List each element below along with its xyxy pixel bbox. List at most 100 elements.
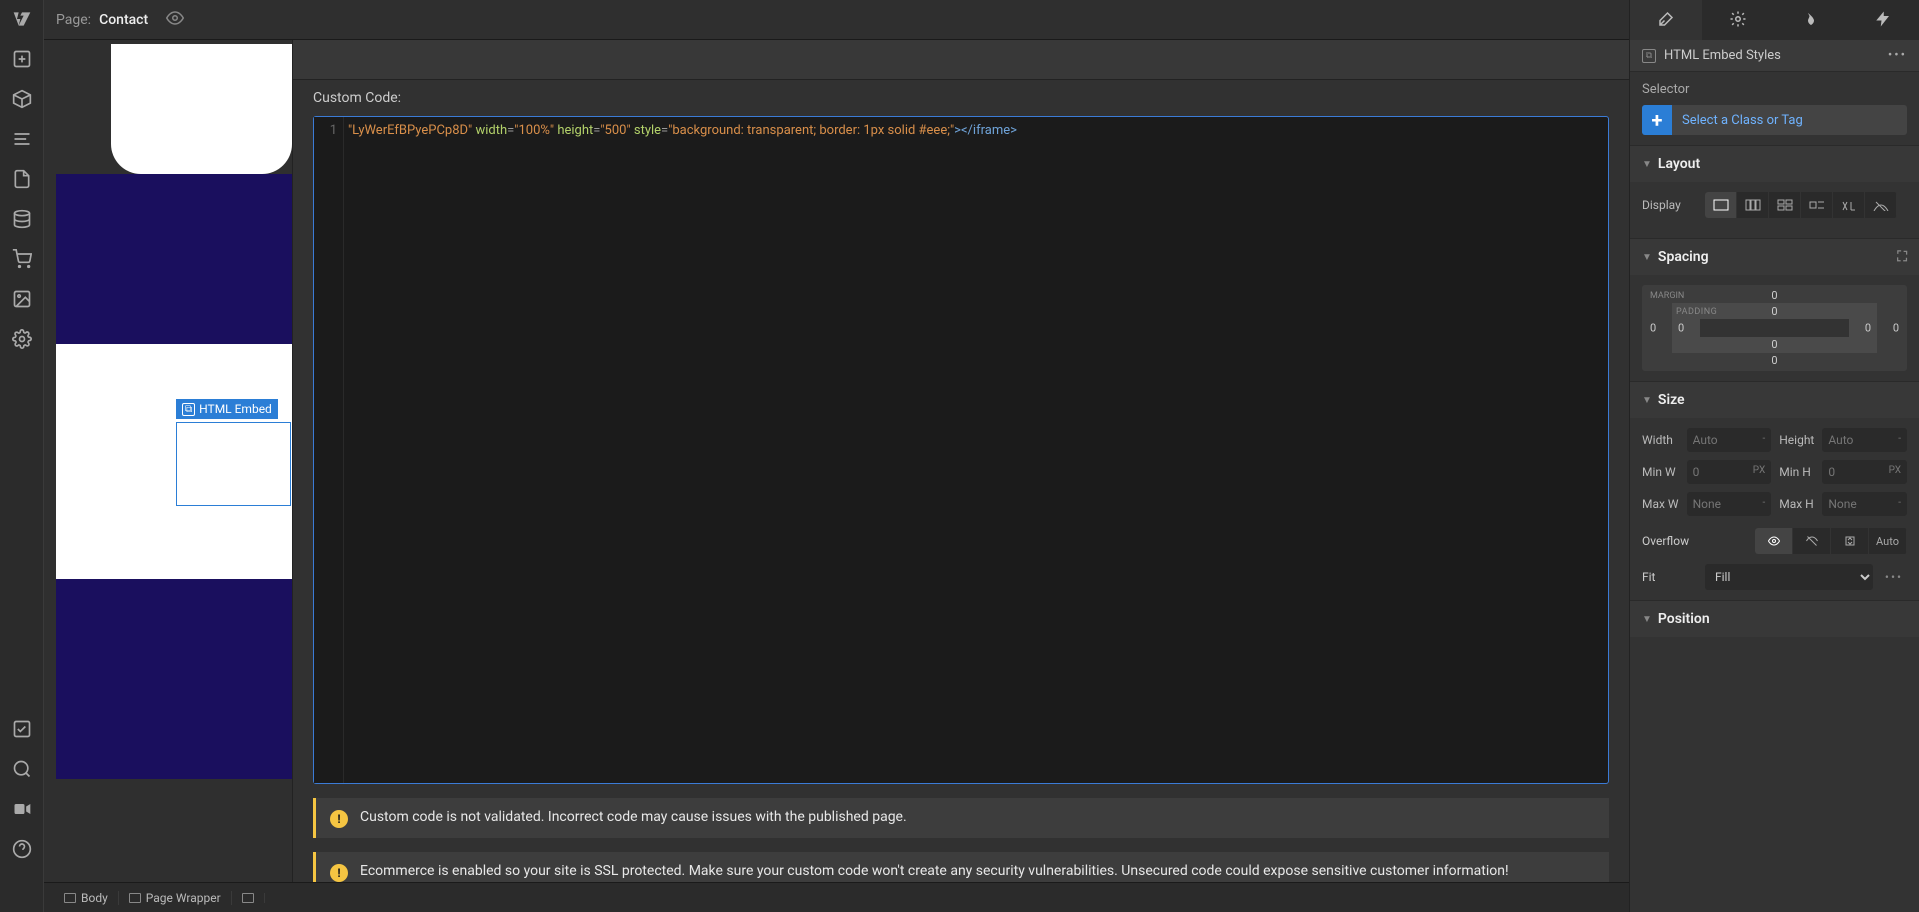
left-rail [0,0,44,912]
audit-icon[interactable] [11,718,33,740]
canvas-section [111,44,292,174]
spacing-expand-icon[interactable]: ⛶ [1897,249,1907,265]
tab-effects[interactable] [1847,0,1919,40]
overflow-options: Auto [1755,528,1907,554]
minh-label: Min H [1779,465,1814,479]
layout-accordion[interactable]: ▼ Layout [1630,145,1919,182]
spacing-accordion[interactable]: ▼ Spacing ⛶ [1630,238,1919,275]
display-inline-block[interactable] [1801,192,1833,218]
caret-down-icon: ▼ [1642,252,1652,263]
add-element-icon[interactable] [11,48,33,70]
display-block[interactable] [1705,192,1737,218]
main-area: Page: Contact ⧉ HTML Embed Custom Code: [44,0,1629,912]
custom-code-modal: Custom Code: 1 "LyWerEfBPyePCp8D" width=… [292,40,1629,912]
padding-top[interactable]: 0 [1771,305,1777,318]
spacing-body: MARGIN 0 0 0 0 PADDING 0 0 0 0 [1630,275,1919,381]
embed-icon: ⧉ [182,403,195,416]
layout-body: Display [1630,182,1919,238]
size-accordion[interactable]: ▼ Size [1630,381,1919,418]
margin-top[interactable]: 0 [1771,289,1777,302]
add-class-button[interactable]: + [1642,105,1672,135]
height-label: Height [1779,433,1814,447]
padding-box[interactable]: PADDING 0 0 0 0 [1672,303,1877,353]
panel-menu-icon[interactable]: ••• [1888,48,1907,63]
page-label: Page: [56,12,91,28]
padding-caption: PADDING [1676,307,1717,317]
selector-placeholder[interactable]: Select a Class or Tag [1672,113,1813,128]
position-accordion[interactable]: ▼ Position [1630,600,1919,637]
canvas-section [56,174,292,344]
workspace: ⧉ HTML Embed Custom Code: 1 "LyWerEfBPye… [44,40,1629,912]
display-flex[interactable] [1737,192,1769,218]
selector-input[interactable]: + Select a Class or Tag [1642,105,1907,135]
embed-badge-label: HTML Embed [199,402,272,416]
padding-right[interactable]: 0 [1865,322,1871,335]
warning-validation: ! Custom code is not validated. Incorrec… [313,798,1609,838]
warning-icon: ! [330,810,348,828]
page-name[interactable]: Contact [99,12,148,28]
canvas-section: ⧉ HTML Embed [56,344,292,579]
ecommerce-icon[interactable] [11,248,33,270]
selector-label: Selector [1642,82,1907,97]
webflow-logo-icon[interactable] [11,8,33,30]
cms-icon[interactable] [11,208,33,230]
canvas-preview[interactable]: ⧉ HTML Embed [44,40,292,912]
code-content[interactable]: "LyWerEfBPyePCp8D" width="100%" height="… [344,117,1608,783]
help-icon[interactable] [11,838,33,860]
overflow-hidden[interactable] [1793,528,1831,554]
fit-label: Fit [1642,570,1697,584]
maxw-input[interactable] [1687,492,1772,516]
box-icon[interactable] [11,88,33,110]
overflow-label: Overflow [1642,534,1689,548]
breadcrumb-page-wrapper[interactable]: Page Wrapper [119,891,232,905]
content-box [1700,319,1849,337]
breadcrumb-next[interactable] [232,893,265,903]
video-icon[interactable] [11,798,33,820]
fit-select[interactable]: Fill [1705,564,1873,590]
display-label: Display [1642,198,1697,212]
html-embed-element[interactable] [176,422,291,506]
margin-caption: MARGIN [1650,291,1684,301]
pages-icon[interactable] [11,168,33,190]
overflow-scroll[interactable] [1831,528,1869,554]
canvas-section [56,579,292,779]
tab-style[interactable] [1630,0,1702,40]
assets-icon[interactable] [11,288,33,310]
minw-label: Min W [1642,465,1679,479]
spacing-visualizer[interactable]: MARGIN 0 0 0 0 PADDING 0 0 0 0 [1642,285,1907,371]
width-input[interactable] [1687,428,1772,452]
container-icon [129,893,141,903]
margin-bottom[interactable]: 0 [1771,354,1777,367]
settings-icon[interactable] [11,328,33,350]
fit-more-icon[interactable]: ••• [1881,570,1907,584]
tab-interactions[interactable] [1775,0,1847,40]
overflow-visible[interactable] [1755,528,1793,554]
display-none[interactable] [1865,192,1897,218]
tab-settings[interactable] [1702,0,1774,40]
margin-left[interactable]: 0 [1650,322,1656,335]
height-input[interactable] [1822,428,1907,452]
code-editor[interactable]: 1 "LyWerEfBPyePCp8D" width="100%" height… [313,116,1609,784]
preview-icon[interactable] [166,9,184,31]
warning-text: Custom code is not validated. Incorrect … [360,808,907,828]
margin-right[interactable]: 0 [1893,322,1899,335]
breadcrumb-body[interactable]: Body [54,891,119,905]
container-icon [242,893,254,903]
right-panel-tabs [1630,0,1919,40]
padding-left[interactable]: 0 [1678,322,1684,335]
caret-down-icon: ▼ [1642,395,1652,406]
embed-icon: ⧉ [1642,49,1656,63]
search-icon[interactable] [11,758,33,780]
navigator-icon[interactable] [11,128,33,150]
maxw-label: Max W [1642,497,1679,511]
display-inline[interactable] [1833,192,1865,218]
maxh-input[interactable] [1822,492,1907,516]
breadcrumb-bar: Body Page Wrapper [44,882,1629,912]
modal-tabs [293,40,1629,80]
padding-bottom[interactable]: 0 [1771,338,1777,351]
width-label: Width [1642,433,1679,447]
display-grid[interactable] [1769,192,1801,218]
size-body: Width - Height - Min W PX Min H PX Max W… [1630,418,1919,600]
overflow-auto[interactable]: Auto [1869,528,1907,554]
html-embed-badge[interactable]: ⧉ HTML Embed [176,399,278,419]
